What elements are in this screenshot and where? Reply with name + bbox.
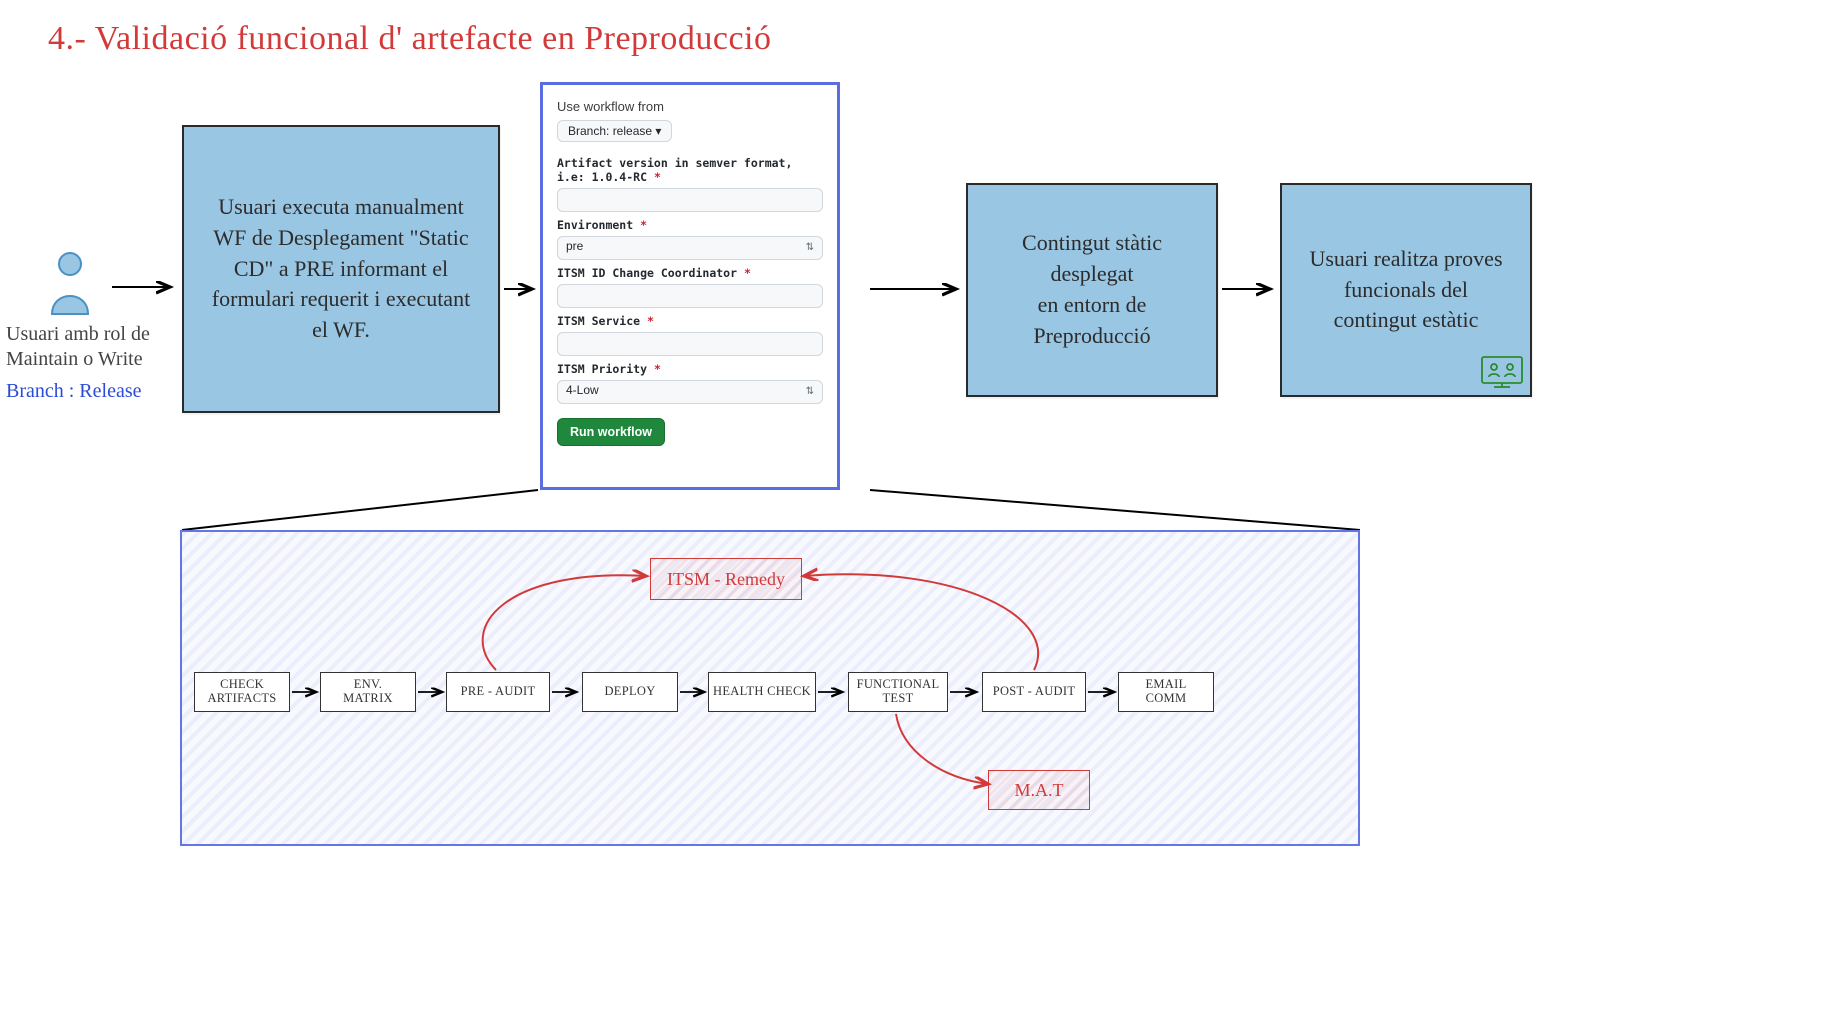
page-title: 4.- Validació funcional d' artefacte en … (48, 20, 771, 58)
step-check-artifacts: CHECK ARTIFACTS (194, 672, 290, 712)
workflow-pipeline-panel: ITSM - Remedy M.A.T CHECK ARTIFACTS ENV.… (180, 530, 1360, 846)
step-functional-test: FUNCTIONAL TEST (848, 672, 948, 712)
video-call-icon (1480, 355, 1524, 391)
arrow-preaudit-to-itsm (446, 558, 656, 678)
itsm-coord-input[interactable] (557, 284, 823, 308)
user-functional-tests-text: Usuari realitza proves funcionals del co… (1300, 244, 1512, 336)
arrow (1220, 274, 1282, 304)
run-workflow-button[interactable]: Run workflow (557, 418, 665, 446)
step-env-matrix: ENV. MATRIX (320, 672, 416, 712)
mat-box: M.A.T (988, 770, 1090, 810)
arrow (110, 272, 180, 302)
environment-select[interactable]: pre⇅ (557, 236, 823, 260)
branch-caption: Branch : Release (6, 380, 142, 403)
step-execute-wf-box: Usuari executa manualment WF de Desplega… (182, 125, 500, 413)
artifact-version-input[interactable] (557, 188, 823, 212)
use-workflow-from-label: Use workflow from (557, 99, 823, 114)
step-health-check: HEALTH CHECK (708, 672, 816, 712)
branch-selector-button[interactable]: Branch: release ▾ (557, 120, 672, 142)
github-run-workflow-card: Use workflow from Branch: release ▾ Arti… (540, 82, 840, 490)
itsm-priority-select[interactable]: 4-Low⇅ (557, 380, 823, 404)
leader-line (868, 488, 1368, 536)
deployed-result-text: Contingut stàtic desplegat en entorn de … (986, 228, 1198, 351)
step-pre-audit: PRE - AUDIT (446, 672, 550, 712)
itsm-service-label: ITSM Service * (557, 314, 823, 328)
step-post-audit: POST - AUDIT (982, 672, 1086, 712)
itsm-remedy-box: ITSM - Remedy (650, 558, 802, 600)
step-execute-wf-text: Usuari executa manualment WF de Desplega… (202, 192, 480, 346)
step-email-comm: EMAIL COMM (1118, 672, 1214, 712)
arrow (502, 274, 542, 304)
user-icon (48, 250, 92, 321)
caret-icon: ⇅ (806, 243, 814, 253)
itsm-service-input[interactable] (557, 332, 823, 356)
step-deploy: DEPLOY (582, 672, 678, 712)
artifact-version-label: Artifact version in semver format, i.e: … (557, 156, 823, 184)
itsm-priority-label: ITSM Priority * (557, 362, 823, 376)
leader-line (180, 488, 880, 536)
arrow (868, 274, 968, 304)
user-role-caption: Usuari amb rol de Maintain o Write (6, 322, 166, 372)
environment-label: Environment * (557, 218, 823, 232)
deployed-result-box: Contingut stàtic desplegat en entorn de … (966, 183, 1218, 397)
caret-icon: ⇅ (806, 387, 814, 397)
itsm-coord-label: ITSM ID Change Coordinator * (557, 266, 823, 280)
user-functional-tests-box: Usuari realitza proves funcionals del co… (1280, 183, 1532, 397)
arrow-postaudit-to-itsm (800, 558, 1060, 678)
